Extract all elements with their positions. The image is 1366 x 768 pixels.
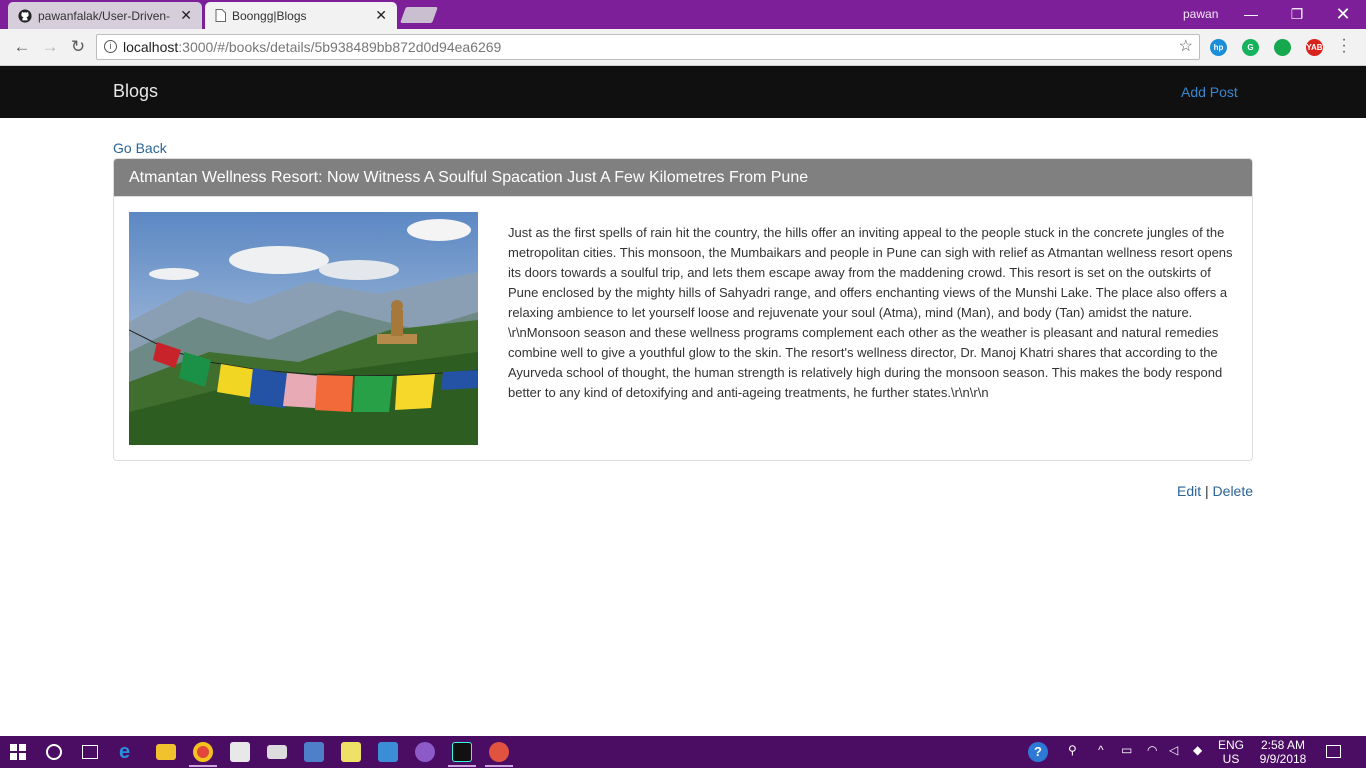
cortana-search-icon[interactable] xyxy=(46,744,62,760)
chrome-active-indicator xyxy=(189,765,217,767)
minimize-icon[interactable]: — xyxy=(1228,3,1274,25)
paint-icon[interactable] xyxy=(378,742,398,762)
post-actions: Edit | Delete xyxy=(1177,483,1253,499)
windows-taskbar: e ? ⚲ ^ ▭ ◠ ◁ ◆ ENG US 2:58 AM 9/9/2018 xyxy=(0,736,1366,768)
volume-icon[interactable]: ◁ xyxy=(1169,743,1178,757)
clock-date: 9/9/2018 xyxy=(1259,752,1307,766)
close-tab-icon[interactable]: ✕ xyxy=(375,7,387,24)
github-icon xyxy=(18,8,32,23)
yab-extension-icon[interactable]: YAB xyxy=(1306,39,1323,56)
file-explorer-icon[interactable] xyxy=(156,744,176,760)
app-icon[interactable] xyxy=(415,742,435,762)
notes-icon[interactable] xyxy=(341,742,361,762)
browser-toolbar: ← → ↻ i localhost:3000/#/books/details/5… xyxy=(0,29,1366,66)
windows-start-icon[interactable] xyxy=(10,744,26,760)
edge-icon[interactable]: e xyxy=(119,742,139,762)
delete-link[interactable]: Delete xyxy=(1213,483,1253,499)
navbar-brand[interactable]: Blogs xyxy=(113,81,158,102)
grammarly-extension-icon[interactable]: G xyxy=(1242,39,1259,56)
address-bar[interactable]: i localhost:3000/#/books/details/5b93848… xyxy=(96,34,1200,60)
info-icon[interactable]: i xyxy=(104,40,117,53)
chevron-up-icon[interactable]: ^ xyxy=(1098,743,1104,757)
forward-arrow-icon[interactable]: → xyxy=(38,35,62,59)
url-host: localhost xyxy=(123,39,179,55)
browser-tab-strip: pawanfalak/User-Driven- ✕ Boongg|Blogs ✕… xyxy=(0,0,1366,29)
webstorm-icon[interactable] xyxy=(452,742,472,762)
hp-extension-icon[interactable]: hp xyxy=(1210,39,1227,56)
tab-title: Boongg|Blogs xyxy=(232,8,307,23)
add-post-link[interactable]: Add Post xyxy=(1181,84,1238,100)
chrome-icon[interactable] xyxy=(193,742,213,762)
chrome-menu-icon[interactable]: · · · xyxy=(1337,32,1351,60)
go-back-link[interactable]: Go Back xyxy=(113,140,167,156)
language-indicator[interactable]: ENG US xyxy=(1216,738,1246,766)
reload-icon[interactable]: ↻ xyxy=(66,35,90,59)
dropbox-icon[interactable]: ◆ xyxy=(1193,743,1202,757)
close-window-icon[interactable]: ✕ xyxy=(1320,3,1366,25)
profile-name[interactable]: pawan xyxy=(1183,7,1218,21)
back-arrow-icon[interactable]: ← xyxy=(10,35,34,59)
language-code: ENG xyxy=(1217,738,1244,752)
tab-github[interactable]: pawanfalak/User-Driven- ✕ xyxy=(8,2,202,29)
url-path: :3000/#/books/details/5b938489bb872d0d94… xyxy=(178,39,502,55)
webstorm-active-indicator xyxy=(448,765,476,767)
edit-link[interactable]: Edit xyxy=(1177,483,1201,499)
help-icon[interactable]: ? xyxy=(1028,742,1048,762)
new-tab-button[interactable] xyxy=(400,7,438,23)
post-body: Just as the first spells of rain hit the… xyxy=(508,225,1233,400)
restore-icon[interactable]: ❐ xyxy=(1274,3,1320,25)
people-icon[interactable]: ⚲ xyxy=(1068,743,1077,757)
app-active-indicator xyxy=(485,765,513,767)
app-navbar: Blogs Add Post xyxy=(0,66,1366,118)
wifi-icon[interactable]: ◠ xyxy=(1147,743,1157,757)
region-code: US xyxy=(1222,752,1240,766)
chat-extension-icon[interactable] xyxy=(1274,39,1291,56)
mail-icon[interactable] xyxy=(267,745,287,759)
bookmark-star-icon[interactable]: ☆ xyxy=(1179,35,1193,59)
action-center-icon[interactable] xyxy=(1326,745,1341,758)
close-tab-icon[interactable]: ✕ xyxy=(180,7,192,24)
tab-title: pawanfalak/User-Driven- xyxy=(38,8,171,23)
post-panel: Atmantan Wellness Resort: Now Witness A … xyxy=(113,158,1253,461)
system-clock[interactable]: 2:58 AM 9/9/2018 xyxy=(1252,738,1314,766)
task-view-icon[interactable] xyxy=(82,745,98,759)
page-icon xyxy=(215,9,226,22)
tab-blogs[interactable]: Boongg|Blogs ✕ xyxy=(205,2,397,29)
store-icon[interactable] xyxy=(230,742,250,762)
clock-time: 2:58 AM xyxy=(1260,738,1306,752)
app-icon[interactable] xyxy=(489,742,509,762)
app-icon[interactable] xyxy=(304,742,324,762)
post-image xyxy=(129,212,478,445)
action-separator: | xyxy=(1205,483,1209,499)
post-title: Atmantan Wellness Resort: Now Witness A … xyxy=(114,159,1252,197)
battery-icon[interactable]: ▭ xyxy=(1121,743,1132,757)
